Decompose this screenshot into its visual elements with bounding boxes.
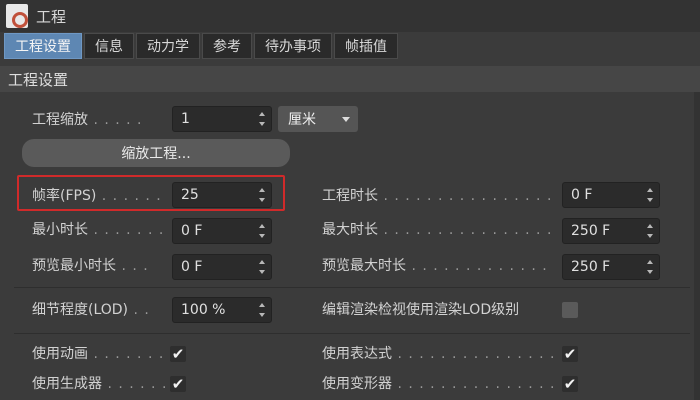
- section-divider: [14, 287, 690, 288]
- max-time-label: 最大时长 . . . . . . . . . . . . . . . . . .: [322, 222, 558, 238]
- spinner-arrows-icon[interactable]: [258, 260, 265, 274]
- tab-frame-interpolation[interactable]: 帧插值: [334, 33, 398, 59]
- project-time-label: 工程时长 . . . . . . . . . . . . . . . . . .: [322, 188, 558, 204]
- render-lod-label: 编辑渲染检视使用渲染LOD级别: [322, 302, 520, 318]
- spinner-arrows-icon[interactable]: [258, 188, 265, 202]
- spinner-arrows-icon[interactable]: [258, 303, 265, 317]
- tab-reference[interactable]: 参考: [202, 33, 252, 59]
- checkmark-icon: ✔: [171, 375, 185, 393]
- tab-project-settings[interactable]: 工程设置: [4, 33, 82, 59]
- project-settings-icon: [6, 4, 28, 28]
- chevron-down-icon: [342, 117, 350, 122]
- project-scale-input[interactable]: 1: [172, 106, 272, 132]
- tab-info[interactable]: 信息: [84, 33, 134, 59]
- scale-project-button[interactable]: 缩放工程...: [22, 139, 290, 167]
- use-deformers-checkbox[interactable]: ✔: [562, 375, 578, 393]
- min-time-label: 最小时长 . . . . . . .: [32, 222, 165, 238]
- checkmark-icon: ✔: [171, 345, 185, 363]
- spinner-arrows-icon[interactable]: [646, 260, 653, 274]
- use-deformers-label: 使用变形器 . . . . . . . . . . . . . . . . .: [322, 376, 558, 392]
- tab-bar: 工程设置 信息 动力学 参考 待办事项 帧插值: [4, 33, 398, 59]
- max-time-input[interactable]: 250 F: [562, 218, 660, 244]
- section-header: 工程设置: [0, 66, 700, 92]
- use-expressions-label: 使用表达式 . . . . . . . . . . . . . . . . .: [322, 346, 558, 362]
- spinner-arrows-icon[interactable]: [258, 112, 265, 126]
- use-expressions-checkbox[interactable]: ✔: [562, 345, 578, 363]
- use-generators-label: 使用生成器 . . . . . . .: [32, 376, 168, 392]
- spinner-arrows-icon[interactable]: [646, 188, 653, 202]
- title-bar: 工程: [0, 0, 700, 32]
- project-scale-label: 工程缩放 . . . . .: [32, 112, 143, 128]
- preview-min-time-input[interactable]: 0 F: [172, 254, 272, 280]
- scrollbar[interactable]: [694, 92, 700, 400]
- project-time-input[interactable]: 0 F: [562, 182, 660, 208]
- section-divider: [14, 333, 690, 334]
- scale-unit-dropdown[interactable]: 厘米: [278, 106, 358, 132]
- tab-todo[interactable]: 待办事项: [254, 33, 332, 59]
- lod-label: 细节程度(LOD) . .: [32, 302, 150, 318]
- min-time-input[interactable]: 0 F: [172, 218, 272, 244]
- window-title: 工程: [36, 7, 67, 26]
- spinner-arrows-icon[interactable]: [258, 224, 265, 238]
- use-animation-label: 使用动画 . . . . . . . . .: [32, 346, 168, 362]
- spinner-arrows-icon[interactable]: [646, 224, 653, 238]
- preview-min-time-label: 预览最小时长 . . .: [32, 258, 149, 274]
- use-generators-checkbox[interactable]: ✔: [170, 375, 186, 393]
- checkmark-icon: ✔: [563, 345, 577, 363]
- tab-dynamics[interactable]: 动力学: [136, 33, 200, 59]
- fps-label: 帧率(FPS) . . . . . .: [32, 188, 162, 204]
- preview-max-time-label: 预览最大时长 . . . . . . . . . . . . .: [322, 258, 548, 274]
- checkmark-icon: ✔: [563, 375, 577, 393]
- lod-input[interactable]: 100 %: [172, 297, 272, 323]
- fps-input[interactable]: 25: [172, 182, 272, 208]
- use-animation-checkbox[interactable]: ✔: [170, 345, 186, 363]
- render-lod-checkbox[interactable]: [562, 302, 578, 318]
- preview-max-time-input[interactable]: 250 F: [562, 254, 660, 280]
